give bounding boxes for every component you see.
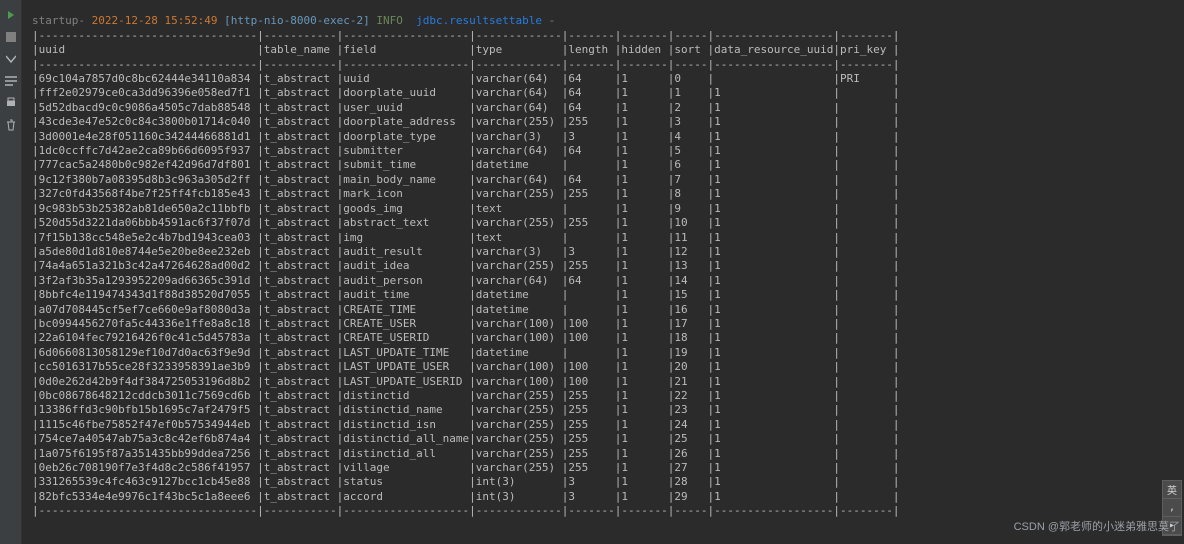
table-row: |0d0e262d42b9f4df384725053196d8b2 |t_abs… [22, 375, 1184, 389]
ime-punct[interactable]: , [1162, 499, 1182, 517]
table-row: |1dc0ccffc7d42ae2ca89b66d6095f937 |t_abs… [22, 144, 1184, 158]
table-row: |cc5016317b55ce28f3233958391ae3b9 |t_abs… [22, 360, 1184, 374]
table-row [22, 0, 1184, 14]
table-row: |331265539c4fc463c9127bcc1cb45e88 |t_abs… [22, 475, 1184, 489]
table-row: |13386ffd3c90bfb15b1695c7af2479f5 |t_abs… [22, 403, 1184, 417]
stop-icon[interactable] [4, 30, 18, 44]
table-row: |43cde3e47e52c0c84c3800b01714c040 |t_abs… [22, 115, 1184, 129]
print-icon[interactable] [4, 96, 18, 110]
down-icon[interactable] [4, 52, 18, 66]
table-row: |6d0660813058129ef10d7d0ac63f9e9d |t_abs… [22, 346, 1184, 360]
table-row: |---------------------------------|-----… [22, 504, 1184, 518]
table-row: |---------------------------------|-----… [22, 58, 1184, 72]
wrap-icon[interactable] [4, 74, 18, 88]
table-row: |520d55d3221da06bbb4591ac6f37f07d |t_abs… [22, 216, 1184, 230]
table-row: |7f15b138cc548e5e2c4b7bd1943cea03 |t_abs… [22, 231, 1184, 245]
table-row: |1a075f6195f87a351435bb99ddea7256 |t_abs… [22, 447, 1184, 461]
table-row: |a07d708445cf5ef7ce660e9af8080d3a |t_abs… [22, 303, 1184, 317]
table-row: |74a4a651a321b3c42a47264628ad00d2 |t_abs… [22, 259, 1184, 273]
table-row: |5d52dbacd9c0c9086a4505c7dab88548 |t_abs… [22, 101, 1184, 115]
ime-lang[interactable]: 英 [1162, 481, 1182, 499]
table-row: |69c104a7857d0c8bc62444e34110a834 |t_abs… [22, 72, 1184, 86]
table-row: |82bfc5334e4e9976c1f43bc5c1a8eee6 |t_abs… [22, 490, 1184, 504]
table-row: |3d0001e4e28f051160c34244466881d1 |t_abs… [22, 130, 1184, 144]
ime-indicator[interactable]: 英 , ▸ [1162, 480, 1182, 536]
table-row: |a5de80d1d810e8744e5e20be8ee232eb |t_abs… [22, 245, 1184, 259]
console-output[interactable]: startup- 2022-12-28 15:52:49 [http-nio-8… [22, 0, 1184, 544]
table-row: |777cac5a2480b0c982ef42d96d7df801 |t_abs… [22, 158, 1184, 172]
log-line: startup- 2022-12-28 15:52:49 [http-nio-8… [22, 14, 1184, 28]
tool-sidebar [0, 0, 22, 544]
rerun-icon[interactable] [4, 8, 18, 22]
table-row: |9c983b53b25382ab81de650a2c11bbfb |t_abs… [22, 202, 1184, 216]
table-row: |3f2af3b35a1293952209ad66365c391d |t_abs… [22, 274, 1184, 288]
table-row: |bc0994456270fa5c44336e1ffe8a8c18 |t_abs… [22, 317, 1184, 331]
table-row: |327c0fd43568f4be7f25ff4fcb185e43 |t_abs… [22, 187, 1184, 201]
table-row: |22a6104fec79216426f0c41c5d45783a |t_abs… [22, 331, 1184, 345]
table-row: |0bc08678648212cddcb3011c7569cd6b |t_abs… [22, 389, 1184, 403]
table-row: |754ce7a40547ab75a3c8c42ef6b874a4 |t_abs… [22, 432, 1184, 446]
table-row: |uuid |table_name |field |type |length |… [22, 43, 1184, 57]
table-row: |9c12f380b7a08395d8b3c963a305d2ff |t_abs… [22, 173, 1184, 187]
table-row: |---------------------------------|-----… [22, 29, 1184, 43]
ime-arrow[interactable]: ▸ [1162, 517, 1182, 535]
table-row: |fff2e02979ce0ca3dd96396e058ed7f1 |t_abs… [22, 86, 1184, 100]
table-row: |0eb26c708190f7e3f4d8c2c586f41957 |t_abs… [22, 461, 1184, 475]
table-row: |8bbfc4e119474343d1f88d38520d7055 |t_abs… [22, 288, 1184, 302]
table-row: |1115c46fbe75852f47ef0b57534944eb |t_abs… [22, 418, 1184, 432]
trash-icon[interactable] [4, 118, 18, 132]
